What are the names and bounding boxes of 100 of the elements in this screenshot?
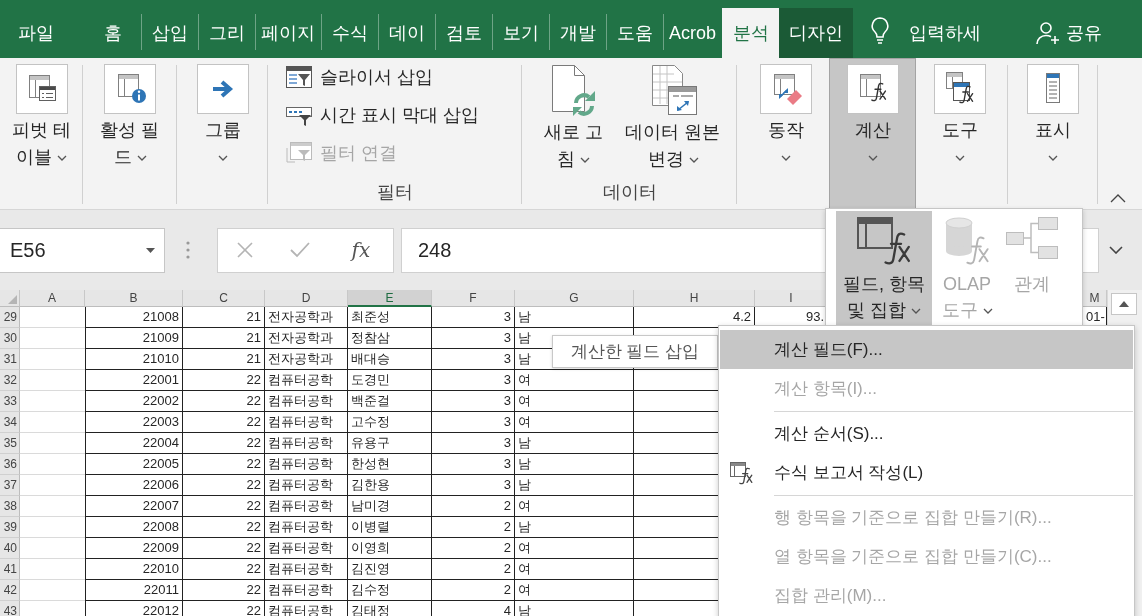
table-cell: 최준성 — [348, 307, 432, 328]
table-cell: 컴퓨터공학 — [265, 433, 348, 454]
actions-button[interactable]: 동작 — [742, 58, 829, 209]
ribbon-tab[interactable]: 분석 — [722, 8, 780, 58]
ribbon-tab[interactable]: 검토 — [435, 8, 492, 58]
row-header[interactable]: 30 — [0, 328, 20, 349]
timeline-filter-icon — [286, 104, 312, 126]
lightbulb-icon[interactable] — [869, 16, 892, 44]
chevron-down-icon[interactable] — [1109, 246, 1123, 254]
table-cell: 정참삼 — [348, 328, 432, 349]
calculations-button[interactable]: 계산 — [829, 58, 916, 209]
insert-timeline-button[interactable]: 시간 표시 막대 삽입 — [286, 96, 479, 134]
ribbon-tab[interactable]: 페이지 — [255, 8, 321, 58]
table-cell: 22 — [183, 601, 265, 616]
column-header[interactable]: I — [755, 290, 828, 307]
ribbon-tab[interactable]: 파일 — [4, 8, 84, 58]
table-cell: 전자공학과 — [265, 307, 348, 328]
pivot-table-icon — [15, 64, 68, 114]
table-cell: 컴퓨터공학 — [265, 538, 348, 559]
row-header[interactable]: 31 — [0, 349, 20, 370]
drag-handle-icon[interactable] — [186, 241, 190, 259]
table-cell: 21008 — [85, 307, 183, 328]
ribbon-tab[interactable]: 홈 — [84, 8, 141, 58]
pivot-table-button[interactable]: 피벗 테이블 — [2, 58, 81, 209]
column-header[interactable]: F — [432, 290, 515, 307]
ribbon-tab[interactable]: 데이 — [378, 8, 435, 58]
arrow-right-icon — [196, 64, 249, 114]
ribbon-tab[interactable]: 보기 — [492, 8, 549, 58]
menu-item[interactable]: 계산 필드(F)... — [720, 330, 1133, 369]
table-cell: 김한용 — [348, 475, 432, 496]
share-button[interactable]: 공유 — [1036, 8, 1102, 58]
table-cell: 22008 — [85, 517, 183, 538]
filter-connection-icon — [286, 142, 312, 164]
column-header[interactable]: G — [515, 290, 634, 307]
table-cell: 이영희 — [348, 538, 432, 559]
ribbon-tab[interactable]: 도움 — [606, 8, 663, 58]
table-cell: 22 — [183, 580, 265, 601]
table-cell: 남 — [515, 307, 634, 328]
table-cell: 백준걸 — [348, 391, 432, 412]
tools-button[interactable]: 도구 — [916, 58, 1003, 209]
table-cell: 전자공학과 — [265, 349, 348, 370]
ribbon-tab[interactable]: 수식 — [321, 8, 378, 58]
ribbon-tab[interactable]: 디자인 — [779, 8, 854, 58]
row-header[interactable]: 40 — [0, 538, 20, 559]
table-cell: 컴퓨터공학 — [265, 517, 348, 538]
table-cell: 21 — [183, 328, 265, 349]
row-header[interactable]: 32 — [0, 370, 20, 391]
column-header[interactable]: H — [634, 290, 755, 307]
menu-item[interactable]: 계산 순서(S)... — [720, 414, 1133, 453]
table-cell: 22 — [183, 412, 265, 433]
checkmark-icon[interactable] — [290, 242, 311, 258]
ribbon-tab[interactable]: 그리 — [198, 8, 255, 58]
add-person-icon — [1036, 21, 1060, 45]
fields-items-sets-button[interactable]: 필드, 항목 및 집합 — [836, 211, 932, 325]
row-header[interactable]: 42 — [0, 580, 20, 601]
ribbon-tab[interactable]: 삽입 — [141, 8, 198, 58]
row-header[interactable]: 41 — [0, 559, 20, 580]
name-box[interactable]: E56 — [0, 227, 165, 273]
ribbon-tab[interactable]: Acrob — [663, 8, 723, 58]
table-cell: 2 — [432, 580, 515, 601]
insert-slicer-button[interactable]: 슬라이서 삽입 — [286, 58, 479, 96]
table-filter-icon — [286, 66, 312, 88]
table-cell: 3 — [432, 349, 515, 370]
show-button[interactable]: 표시 — [1009, 58, 1097, 209]
row-header[interactable]: 43 — [0, 601, 20, 616]
row-header[interactable]: 29 — [0, 307, 20, 328]
ribbon-tab[interactable]: 개발 — [549, 8, 606, 58]
column-header[interactable]: A — [20, 290, 85, 307]
insert-function-button[interactable]: fx — [347, 238, 375, 262]
row-header[interactable]: 38 — [0, 496, 20, 517]
table-cell: 22009 — [85, 538, 183, 559]
table-cell: 3 — [432, 307, 515, 328]
chevron-up-icon[interactable] — [1110, 194, 1126, 203]
table-cell: 여 — [515, 496, 634, 517]
column-header[interactable]: B — [85, 290, 183, 307]
row-header[interactable]: 37 — [0, 475, 20, 496]
row-header[interactable]: 34 — [0, 412, 20, 433]
row-header[interactable]: 35 — [0, 433, 20, 454]
tell-me-search-field[interactable]: 입력하세 — [909, 8, 996, 58]
refresh-icon — [550, 64, 597, 116]
table-cell: 3 — [432, 328, 515, 349]
menu-item[interactable]: 수식 보고서 작성(L) — [720, 453, 1133, 492]
refresh-button[interactable]: 새로 고침 — [530, 58, 617, 179]
column-header[interactable]: M — [1083, 290, 1107, 307]
row-header[interactable]: 39 — [0, 517, 20, 538]
table-cell: 2 — [432, 559, 515, 580]
row-header[interactable]: 36 — [0, 454, 20, 475]
table-cell: 2 — [432, 538, 515, 559]
group-button[interactable]: 그룹 — [179, 58, 266, 209]
row-header[interactable]: 33 — [0, 391, 20, 412]
column-header[interactable]: D — [265, 290, 348, 307]
table-cell: 21 — [183, 349, 265, 370]
active-field-button[interactable]: 활성 필드 — [86, 58, 174, 209]
table-cell: 고수정 — [348, 412, 432, 433]
database-function-icon — [942, 215, 992, 267]
column-header[interactable]: E — [348, 290, 432, 307]
table-cell: 컴퓨터공학 — [265, 370, 348, 391]
change-data-source-button[interactable]: 데이터 원본 변경 — [617, 58, 729, 179]
column-header[interactable]: C — [183, 290, 265, 307]
table-cell: 3 — [432, 475, 515, 496]
